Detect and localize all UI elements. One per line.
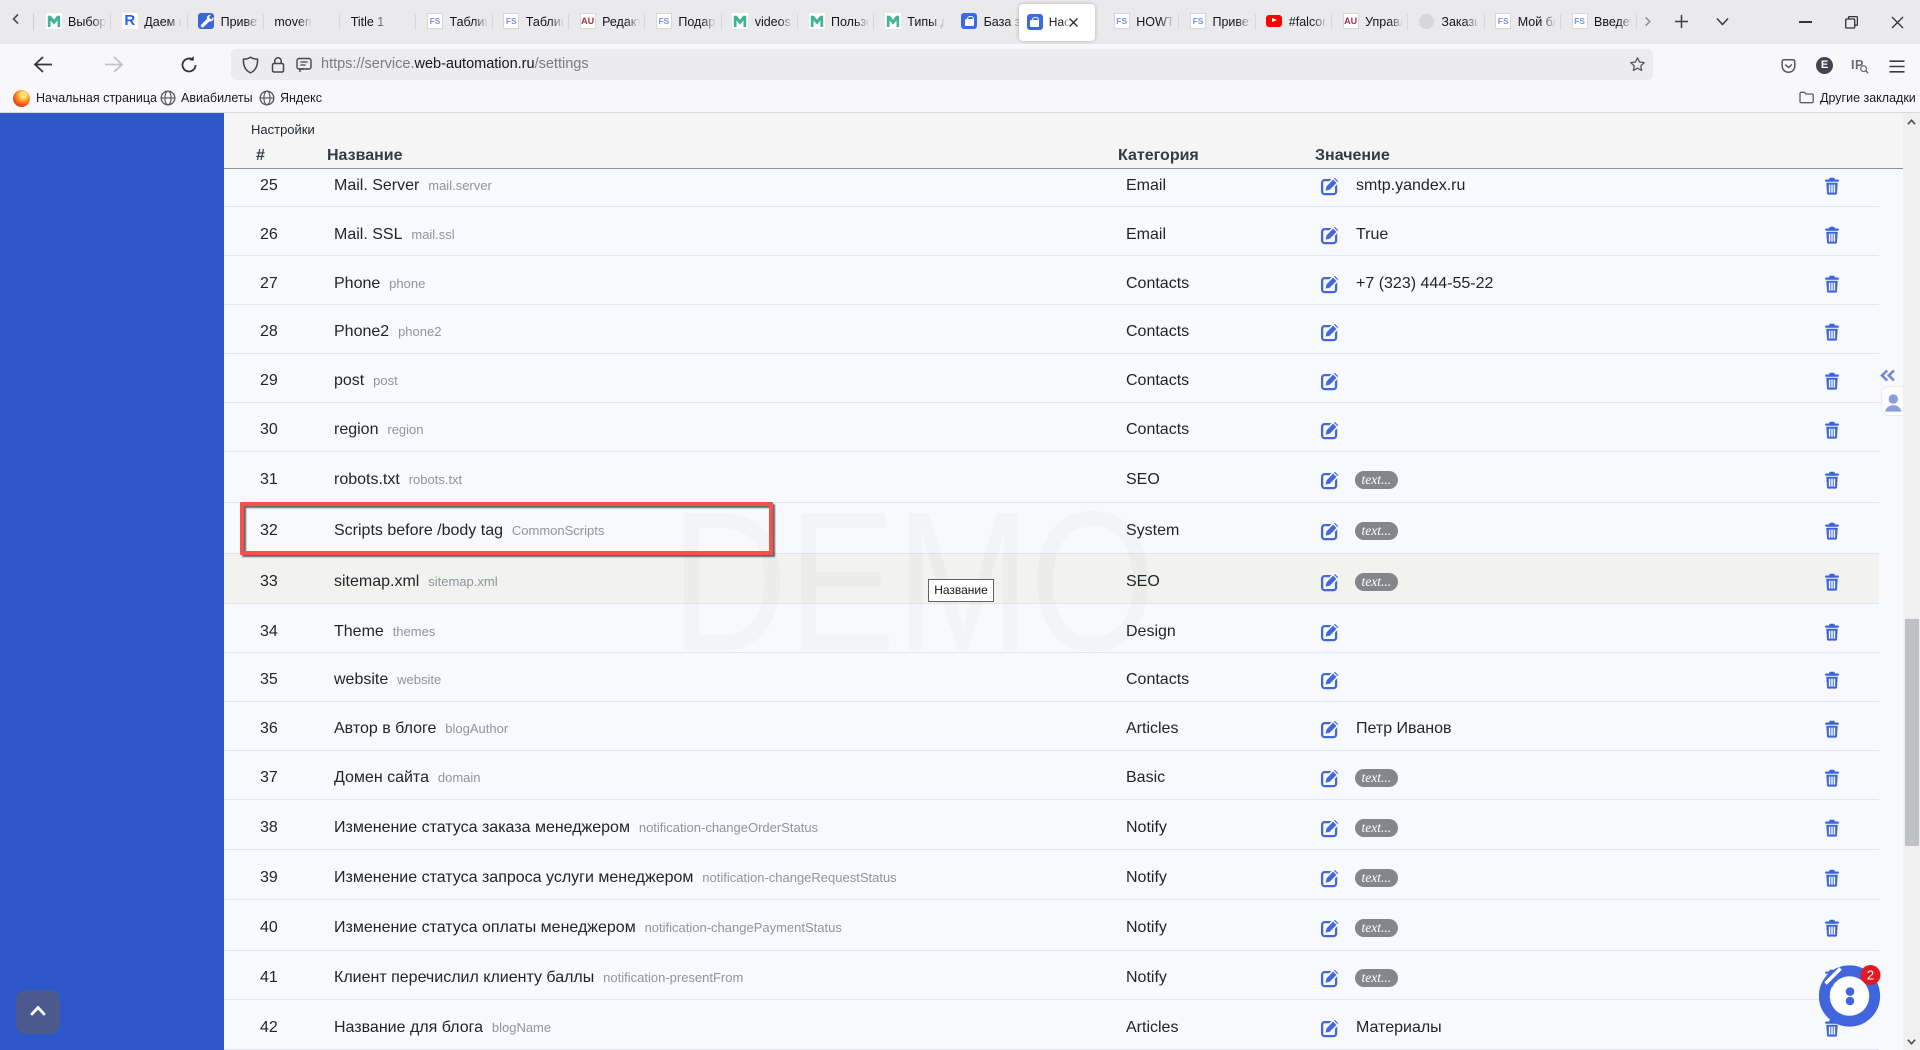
svg-text:2: 2 [1867,968,1874,983]
